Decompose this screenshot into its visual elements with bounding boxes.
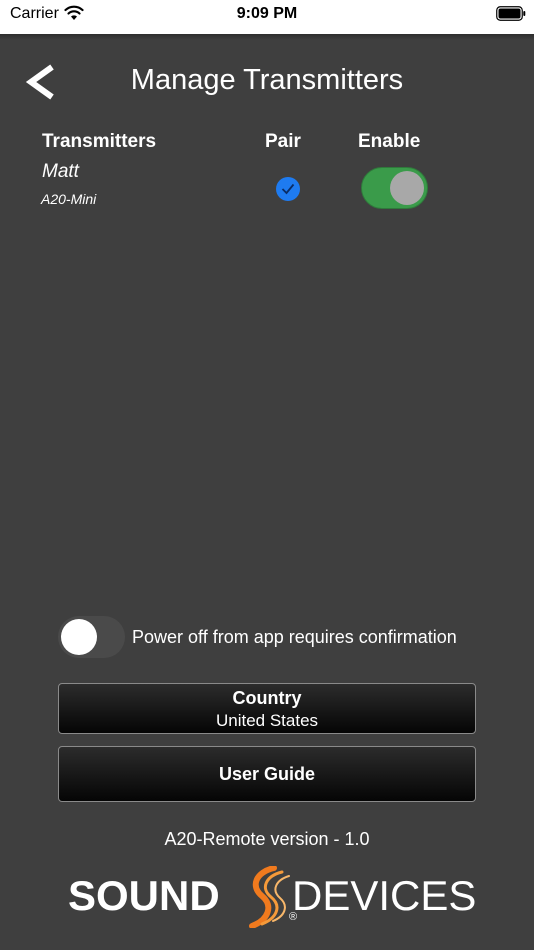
registered-mark: ® xyxy=(289,911,298,923)
status-bar: Carrier 9:09 PM xyxy=(0,0,534,34)
transmitter-name: Matt xyxy=(42,161,79,182)
toggle-knob xyxy=(390,171,424,205)
battery-icon xyxy=(496,6,526,21)
transmitter-model: A20-Mini xyxy=(41,191,97,207)
checkmark-icon xyxy=(281,183,295,195)
power-off-confirmation-toggle[interactable] xyxy=(58,616,125,658)
country-button-value: United States xyxy=(215,711,319,730)
toggle-knob xyxy=(61,619,97,655)
country-button-title: Country xyxy=(232,688,302,708)
column-header-pair: Pair xyxy=(265,131,301,152)
status-time: 9:09 PM xyxy=(236,5,298,22)
column-header-transmitters: Transmitters xyxy=(42,131,157,152)
column-header-enable: Enable xyxy=(358,131,421,152)
logo-text-sound: SOUND xyxy=(68,872,220,919)
user-guide-button[interactable]: User Guide xyxy=(58,746,476,802)
page-title: Manage Transmitters xyxy=(130,64,404,96)
pair-checkbox[interactable] xyxy=(276,177,300,201)
sound-devices-logo: SOUND DEVICES ® xyxy=(68,866,476,928)
user-guide-button-label: User Guide xyxy=(218,764,316,784)
power-off-confirmation-label: Power off from app requires confirmation xyxy=(132,627,457,647)
header-shadow xyxy=(0,34,534,40)
country-button[interactable]: Country United States xyxy=(58,683,476,734)
logo-text-devices: DEVICES xyxy=(292,872,477,919)
enable-toggle[interactable] xyxy=(361,167,428,209)
app-version: A20-Remote version - 1.0 xyxy=(164,829,370,849)
